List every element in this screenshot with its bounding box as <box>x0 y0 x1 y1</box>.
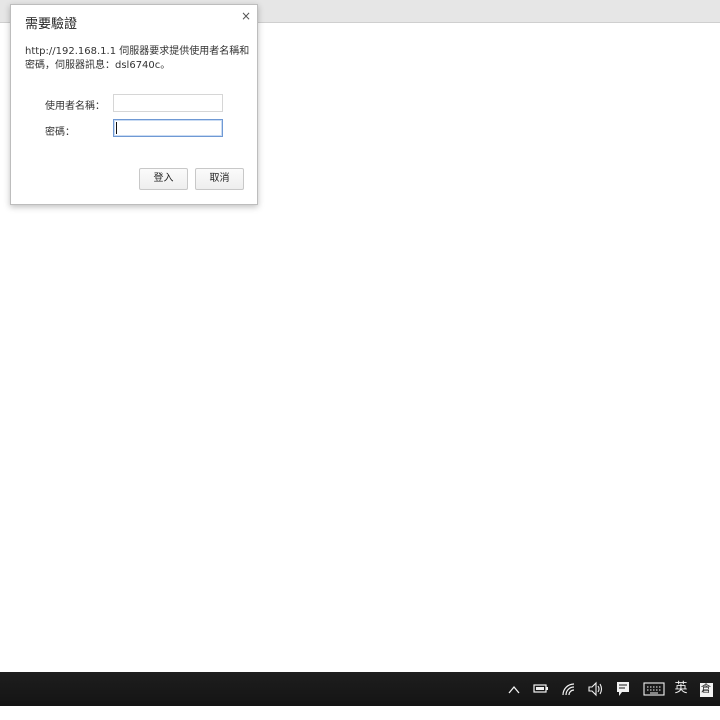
ime-mode-icon[interactable]: 倉 <box>698 672 714 706</box>
auth-dialog: 需要驗證 × http://192.168.1.1 伺服器要求提供使用者名稱和密… <box>10 4 258 205</box>
username-field[interactable] <box>113 94 223 112</box>
ime-mode-glyph: 倉 <box>699 683 713 697</box>
dialog-message: http://192.168.1.1 伺服器要求提供使用者名稱和密碼，伺服器訊息… <box>25 46 250 71</box>
password-field[interactable] <box>113 119 223 137</box>
cancel-button[interactable]: 取消 <box>195 168 244 190</box>
password-label: 密碼： <box>45 127 75 138</box>
chevron-up-icon[interactable] <box>506 672 522 706</box>
taskbar: 英 倉 <box>0 672 720 706</box>
login-button[interactable]: 登入 <box>139 168 188 190</box>
text-caret <box>116 122 117 134</box>
speaker-icon[interactable] <box>586 672 606 706</box>
dialog-title: 需要驗證 <box>25 17 78 32</box>
keyboard-icon[interactable] <box>642 672 666 706</box>
wifi-icon[interactable] <box>560 672 578 706</box>
battery-icon[interactable] <box>532 672 550 706</box>
close-icon[interactable]: × <box>241 9 251 23</box>
action-center-icon[interactable] <box>614 672 632 706</box>
username-label: 使用者名稱： <box>45 101 105 112</box>
ime-indicator[interactable]: 英 <box>672 672 690 706</box>
